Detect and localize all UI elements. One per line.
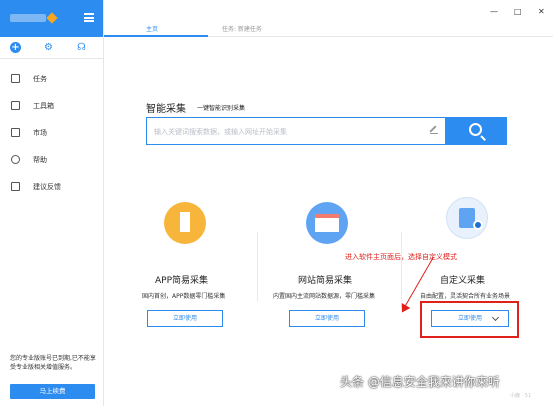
pen-icon[interactable] <box>430 126 438 134</box>
card-title-custom: 自定义采集 <box>440 276 486 286</box>
custom-config-icon <box>446 197 488 239</box>
quick-actions: + ⚙ ☊ <box>0 37 103 59</box>
tab-home[interactable]: 主页 <box>146 24 158 33</box>
sidebar: + ⚙ ☊ 任务 工具箱 市场 帮助 建议反馈 您的专业版账号已到期,已不能享受… <box>0 0 104 406</box>
sidebar-item-label: 工具箱 <box>33 101 54 110</box>
annotation-arrow-head <box>397 303 411 315</box>
watermark: 头条 @信息安全我来讲你来听 <box>340 375 500 389</box>
top-bar: 主页 任务: 新建任务 — □ ✕ <box>104 0 553 37</box>
search-input[interactable]: 输入关键词搜索数据，或输入网址开始采集 <box>146 117 446 145</box>
sidebar-item-help[interactable]: 帮助 <box>0 146 103 173</box>
sidebar-item-label: 市场 <box>33 128 47 137</box>
document-icon <box>11 74 20 83</box>
add-icon[interactable]: + <box>10 42 21 53</box>
use-website-button[interactable]: 立即使用 <box>289 310 365 327</box>
feedback-icon <box>11 182 20 191</box>
renew-button[interactable]: 马上续费 <box>10 384 95 399</box>
sidebar-item-toolbox[interactable]: 工具箱 <box>0 92 103 119</box>
card-divider <box>401 232 402 302</box>
search-placeholder: 输入关键词搜索数据，或输入网址开始采集 <box>154 128 287 136</box>
watermark-small: 小鹿 · 51 <box>510 393 532 399</box>
sidebar-item-label: 帮助 <box>33 155 47 164</box>
search-button[interactable] <box>446 117 507 145</box>
headset-icon[interactable]: ☊ <box>76 42 87 53</box>
sidebar-item-tasks[interactable]: 任务 <box>0 65 103 92</box>
use-app-button[interactable]: 立即使用 <box>147 310 223 327</box>
search-title: 智能采集 <box>146 104 186 115</box>
sidebar-item-feedback[interactable]: 建议反馈 <box>0 173 103 200</box>
app-logo <box>10 14 46 22</box>
help-icon <box>11 155 20 164</box>
search-subtitle: 一键智能识别采集 <box>197 105 246 112</box>
settings-gear-icon[interactable]: ⚙ <box>43 42 54 53</box>
maximize-icon[interactable]: □ <box>514 7 522 16</box>
expiry-notice: 您的专业版账号已到期,已不能享受专业版相关增值服务。 <box>10 355 96 371</box>
active-tab-indicator <box>104 35 208 37</box>
card-title-app: APP简易采集 <box>155 276 209 286</box>
minimize-icon[interactable]: — <box>490 7 498 16</box>
store-icon <box>11 128 20 137</box>
sidebar-item-market[interactable]: 市场 <box>0 119 103 146</box>
toolbox-icon <box>11 101 20 110</box>
card-title-website: 网站简易采集 <box>298 276 353 286</box>
annotation-text: 进入软件主页面后，选择自定义模式 <box>345 253 457 261</box>
sidebar-nav: 任务 工具箱 市场 帮助 建议反馈 <box>0 59 103 200</box>
vip-gem-icon <box>46 12 58 24</box>
sidebar-item-label: 任务 <box>33 74 47 83</box>
card-desc-app: 国内首创，APP数据零门槛采集 <box>142 293 226 300</box>
card-divider <box>257 232 258 302</box>
website-icon <box>306 202 348 244</box>
close-icon[interactable]: ✕ <box>538 7 545 16</box>
annotation-highlight-box <box>420 301 519 338</box>
phone-app-icon <box>164 202 206 244</box>
tab-new-task[interactable]: 任务: 新建任务 <box>222 24 262 33</box>
card-desc-website: 内置国内主流网站数据源，零门槛采集 <box>273 293 376 300</box>
sidebar-item-label: 建议反馈 <box>33 182 61 191</box>
brand-header <box>0 0 103 37</box>
card-desc-custom: 自由配置，灵活契合所有业务场景 <box>420 293 511 300</box>
menu-icon[interactable] <box>84 13 94 22</box>
search-icon <box>469 123 482 136</box>
